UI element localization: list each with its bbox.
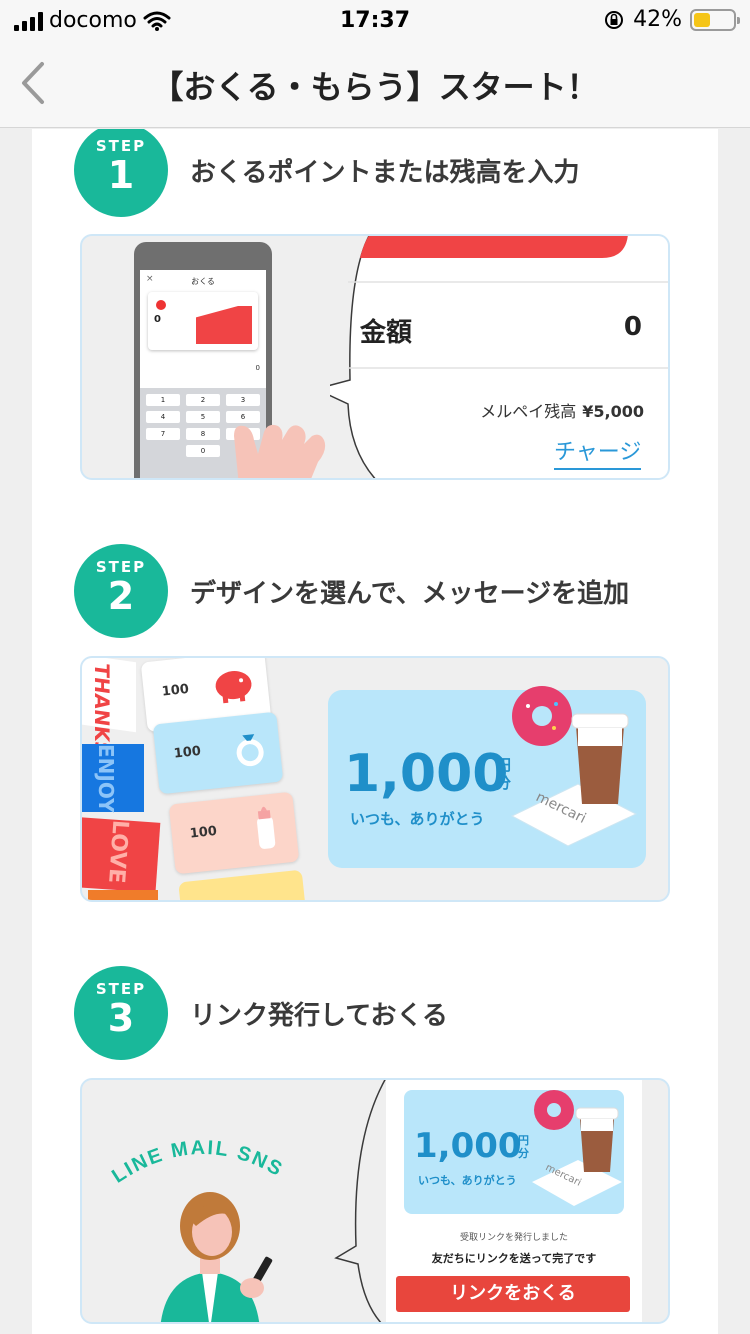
- charge-link: チャージ: [554, 434, 642, 470]
- battery-percent: 42%: [633, 7, 682, 32]
- card-value: 100: [161, 681, 190, 700]
- amount-row: 金額 0: [360, 312, 642, 349]
- design-strip-thanks: THANKS: [82, 658, 136, 758]
- phone-point-card: 0: [148, 292, 258, 350]
- coffee-donut-illustration: [510, 686, 638, 847]
- card-value: 100: [173, 743, 202, 762]
- gift-amount: 1,000: [414, 1126, 522, 1166]
- step-title: おくるポイントまたは残高を入力: [190, 157, 580, 188]
- mini-gift-card: 1,000 円 分 いつも、ありがとう mercari: [404, 1090, 624, 1214]
- phone-amount-row: 0: [146, 364, 260, 372]
- issued-text: 受取リンクを発行しました: [459, 1233, 568, 1243]
- key: 0: [186, 445, 220, 457]
- key: 3: [226, 394, 260, 406]
- balance-value: ¥5,000: [582, 402, 644, 421]
- step-1-illustration: × おくる 0 0 1 2 3 4 5 6 7 8 0 金額 0 メルペイ残高 …: [80, 234, 670, 480]
- design-strip-orange: [88, 890, 158, 900]
- design-card-yellow: [178, 869, 306, 900]
- phone-title: おくる: [191, 277, 215, 286]
- balance-label: メルペイ残高: [480, 402, 577, 421]
- balance-row: メルペイ残高 ¥5,000: [402, 398, 644, 422]
- mercari-logo-icon: [156, 300, 166, 310]
- step-badge: STEP 1: [74, 129, 168, 217]
- step-2-illustration: THANKS ENJOY LOVE 100 100 100 1,000 円 分 …: [80, 656, 670, 902]
- card-value: 100: [189, 823, 218, 842]
- step-3-header: STEP 3 リンク発行しておくる: [74, 966, 448, 1060]
- page-title: 【おくる・もらう】スタート！: [151, 68, 599, 106]
- status-bar: docomo 17:37 42%: [0, 0, 750, 40]
- battery-level: [694, 12, 710, 27]
- key: 4: [146, 411, 180, 423]
- nav-bar: 【おくる・もらう】スタート！: [0, 40, 750, 128]
- amount-label: 金額: [360, 318, 413, 348]
- phone-card-amount: 0: [154, 314, 161, 325]
- gift-message: いつも、ありがとう: [350, 810, 485, 828]
- battery-icon: [690, 8, 740, 31]
- send-instruction: 友だちにリンクを送って完了です: [431, 1252, 597, 1265]
- send-link-button: リンクをおくる: [396, 1276, 630, 1312]
- step-1-header: STEP 1 おくるポイントまたは残高を入力: [74, 129, 579, 217]
- gift-amount: 1,000: [344, 744, 509, 804]
- hand-illustration: [234, 424, 326, 478]
- step-title: デザインを選んで、メッセージを追加: [190, 578, 630, 609]
- step-badge: STEP 3: [74, 966, 168, 1060]
- design-word: LOVE: [103, 819, 133, 885]
- design-word: ENJOY: [94, 744, 118, 813]
- key: 2: [186, 394, 220, 406]
- phone-row-value: 0: [255, 364, 260, 372]
- ring-icon: [236, 734, 264, 767]
- step-number: 1: [107, 153, 135, 197]
- step-2-header: STEP 2 デザインを選んで、メッセージを追加: [74, 544, 629, 638]
- step-3-illustration: LINE MAIL SNS 1,000 円 分 いつも、ありがとう mercar…: [80, 1078, 670, 1324]
- content-area[interactable]: STEP 1 おくるポイントまたは残高を入力 × おくる 0 0 1 2 3 4…: [32, 129, 718, 1334]
- step-title: リンク発行しておくる: [190, 1000, 448, 1031]
- design-card-bottle: 100: [168, 791, 300, 875]
- card-graphic: [196, 306, 252, 344]
- gift-card-preview: 1,000 円 分 いつも、ありがとう mercari: [328, 686, 646, 868]
- step-number: 2: [107, 574, 135, 618]
- speech-bubble: [334, 1080, 386, 1322]
- step-badge: STEP 2: [74, 544, 168, 638]
- baby-bottle-icon: [257, 806, 276, 849]
- amount-value: 0: [623, 312, 642, 342]
- design-strip-love: LOVE: [82, 817, 161, 893]
- coffee-donut-illustration: [532, 1090, 622, 1206]
- design-strip-enjoy: ENJOY: [82, 744, 144, 813]
- gift-message: いつも、ありがとう: [418, 1174, 517, 1187]
- piggy-bank-icon: [215, 671, 252, 704]
- design-card-ring: 100: [152, 711, 284, 795]
- rotation-lock-icon: [605, 10, 624, 29]
- key: 1: [146, 394, 180, 406]
- step-number: 3: [107, 996, 135, 1040]
- key: 8: [186, 428, 220, 440]
- key: 5: [186, 411, 220, 423]
- status-right: 42%: [603, 7, 740, 32]
- key: 7: [146, 428, 180, 440]
